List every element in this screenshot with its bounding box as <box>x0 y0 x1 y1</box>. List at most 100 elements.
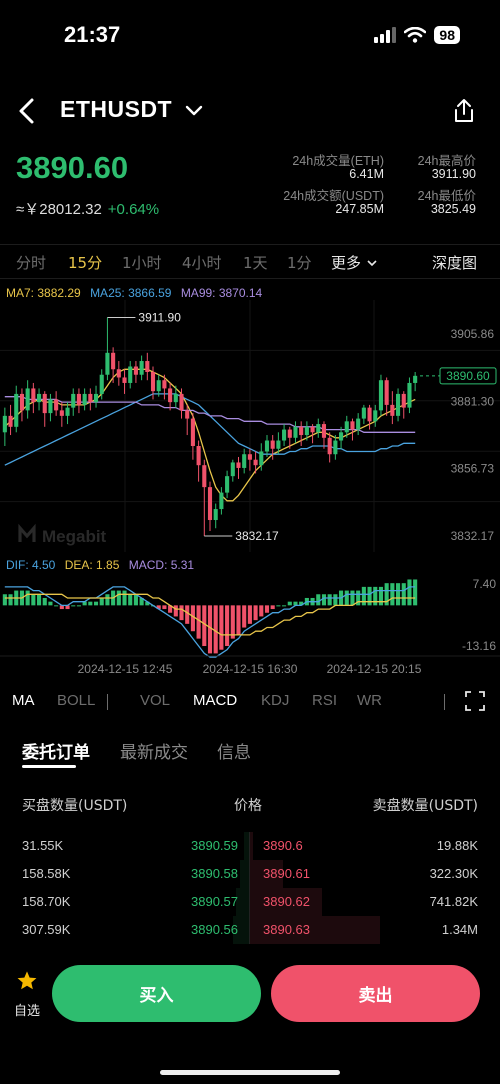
tab-timeframe-1m[interactable]: 1分 <box>287 252 312 273</box>
ask-price: 3890.6 <box>263 838 303 853</box>
price-tick: 3905.86 <box>451 327 495 341</box>
bid-quantity: 158.58K <box>22 866 71 881</box>
orderbook-row[interactable]: 31.55K 3890.59 3890.6 19.88K <box>0 832 500 860</box>
macd-bar <box>236 605 241 635</box>
candle-body <box>270 440 275 449</box>
candle-body <box>384 380 389 405</box>
indicator-tab-rsi[interactable]: RSI <box>312 692 337 709</box>
price-tick: 3881.30 <box>451 394 495 408</box>
candle-body <box>31 388 36 403</box>
tab-latest-trades[interactable]: 最新成交 <box>120 738 188 763</box>
more-label: 更多 <box>331 254 362 272</box>
candle-body <box>76 393 81 405</box>
candle-body <box>407 382 412 408</box>
tab-timeframe-1d[interactable]: 1天 <box>243 252 268 273</box>
low-annotation-label: 3832.17 <box>235 529 279 543</box>
ma-legend: MA7: 3882.29 MA25: 3866.59 MA99: 3870.14 <box>6 286 268 300</box>
indicator-tab-wr[interactable]: WR <box>357 692 382 709</box>
indicator-tab-vol[interactable]: VOL <box>140 692 170 709</box>
chevron-down-icon[interactable] <box>184 100 204 120</box>
buy-button[interactable]: 买入 <box>52 965 261 1022</box>
macd-bar <box>276 605 281 607</box>
candle-body <box>145 361 150 372</box>
last-price: 3890.60 <box>16 150 129 185</box>
candle-body <box>133 366 138 375</box>
macd-bar <box>48 601 53 606</box>
candle-body <box>139 361 144 375</box>
macd-axis-top: 7.40 <box>473 577 497 591</box>
candle-body <box>105 352 110 375</box>
macd-bar <box>122 590 127 606</box>
macd-bar <box>247 605 252 624</box>
tab-timeframe-line[interactable]: 分时 <box>16 252 46 273</box>
orderbook-row[interactable]: 158.58K 3890.58 3890.61 322.30K <box>0 860 500 888</box>
favorite-button[interactable]: 自选 <box>10 970 44 1019</box>
candle-body <box>361 407 366 419</box>
stat-value-high: 3911.90 <box>431 167 476 181</box>
macd-bar <box>225 605 230 647</box>
candle-body <box>25 388 30 411</box>
orderbook-row[interactable]: 307.59K 3890.56 3890.63 1.34M <box>0 916 500 944</box>
macd-bar <box>344 590 349 606</box>
sell-button[interactable]: 卖出 <box>271 965 480 1022</box>
candle-body <box>327 437 332 455</box>
price-tick: 3856.73 <box>451 462 495 476</box>
tab-timeframe-15m[interactable]: 15分 <box>68 252 102 273</box>
ma7-legend: MA7: 3882.29 <box>6 286 81 300</box>
candlestick-chart[interactable]: Megabit 3905.86 3881.30 3856.73 3832.17 … <box>0 300 500 552</box>
macd-chart[interactable]: 7.40 -13.16 2024-12-15 12:45 2024-12-15 … <box>0 572 500 682</box>
ask-quantity: 19.88K <box>436 838 478 853</box>
change-percent: +0.64% <box>107 201 160 218</box>
current-price-marker: 3890.60 <box>420 367 497 385</box>
candle-body <box>378 380 384 411</box>
orderbook-row[interactable]: 158.70K 3890.57 3890.62 741.82K <box>0 888 500 916</box>
candle-body <box>339 432 344 441</box>
macd-bar <box>378 586 384 606</box>
macd-axis-bottom: -13.16 <box>462 639 496 653</box>
tab-orders[interactable]: 委托订单 <box>22 738 90 763</box>
ask-quantity: 322.30K <box>429 866 478 881</box>
candle-body <box>236 462 241 468</box>
candle-body <box>179 393 184 411</box>
candle-body <box>128 366 133 383</box>
macd-bar <box>196 605 201 639</box>
share-icon[interactable] <box>452 98 476 124</box>
tab-timeframe-more[interactable]: 更多 <box>331 252 378 273</box>
candle-body <box>299 426 304 436</box>
tab-timeframe-4h[interactable]: 4小时 <box>182 252 222 273</box>
indicator-tab-ma[interactable]: MA <box>12 692 35 709</box>
indicator-tab-macd[interactable]: MACD <box>193 692 237 709</box>
macd-bar <box>213 605 218 654</box>
candle-body <box>99 374 104 394</box>
candle-body <box>413 375 418 383</box>
candle-body <box>196 446 201 466</box>
macd-bar <box>25 590 30 606</box>
back-arrow-icon[interactable] <box>16 96 38 126</box>
indicator-tab-boll[interactable]: BOLL <box>57 692 95 709</box>
macd-bar <box>128 594 133 606</box>
macd-bar <box>287 601 292 606</box>
macd-bar <box>361 586 366 606</box>
macd-bar <box>350 590 355 606</box>
candle-body <box>293 426 298 438</box>
macd-bar <box>88 601 93 606</box>
macd-bar <box>31 594 36 606</box>
indicator-separator <box>444 694 445 710</box>
candle-body <box>356 418 361 430</box>
macd-bar <box>99 597 104 606</box>
macd-bar <box>367 586 372 606</box>
candle-body <box>42 393 47 414</box>
ma99-legend: MA99: 3870.14 <box>180 286 263 300</box>
fullscreen-icon[interactable] <box>465 691 485 711</box>
tab-info[interactable]: 信息 <box>217 738 251 763</box>
tab-depth-chart[interactable]: 深度图 <box>432 252 477 273</box>
macd-bar <box>413 579 418 606</box>
symbol-title[interactable]: ETHUSDT <box>60 96 172 123</box>
ask-quantity: 741.82K <box>429 894 478 909</box>
macd-histogram <box>2 579 418 654</box>
candle-body <box>225 476 230 493</box>
tab-timeframe-1h[interactable]: 1小时 <box>122 252 162 273</box>
indicator-tab-kdj[interactable]: KDJ <box>261 692 289 709</box>
candle-body <box>367 407 372 422</box>
price-tick: 3832.17 <box>451 529 495 543</box>
